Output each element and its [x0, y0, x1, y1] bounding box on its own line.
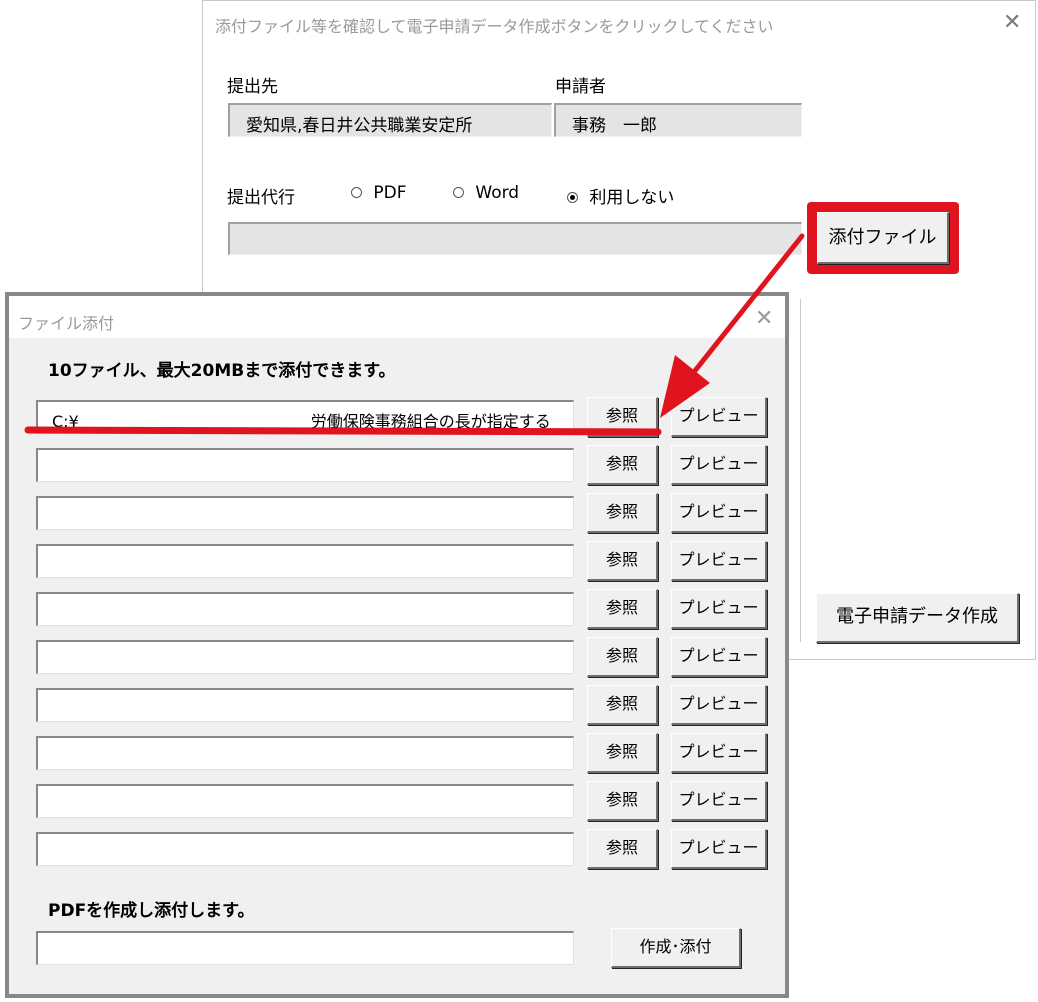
red-arrow-icon	[24, 233, 805, 436]
underline-mark	[24, 426, 662, 436]
